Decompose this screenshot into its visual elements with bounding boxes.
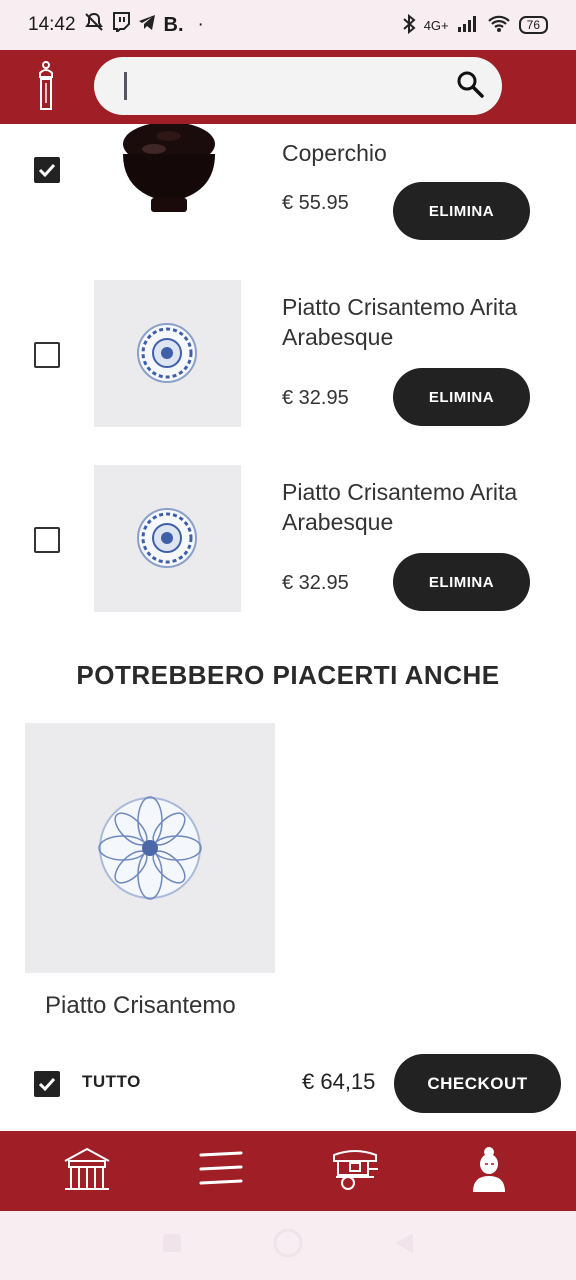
product-image-plate[interactable] [94, 280, 241, 427]
cart-total: € 64,15 [302, 1069, 376, 1094]
app-letter: B. [163, 13, 184, 36]
status-bar: 14:42 B. · 4G+ 76 [0, 0, 576, 50]
nav-menu[interactable] [186, 1141, 256, 1201]
lantern-logo-icon[interactable] [30, 59, 70, 115]
status-dot: · [197, 14, 204, 35]
search-input[interactable] [131, 73, 456, 99]
cart-item: Coperchio € 55.95 ELIMINA [0, 124, 576, 264]
cart-item: Piatto Crisantemo Arita Arabesque € 32.9… [0, 280, 576, 430]
recommended-product-name[interactable]: Piatto Crisantemo [45, 992, 236, 1020]
recommended-product-image[interactable] [25, 723, 275, 973]
item-price: € 32.95 [282, 572, 349, 594]
mute-bell-icon [84, 12, 104, 38]
bluetooth-icon [402, 13, 416, 37]
delete-button[interactable]: ELIMINA [393, 553, 530, 611]
delete-button[interactable]: ELIMINA [393, 182, 530, 240]
cart-content[interactable]: Coperchio € 55.95 ELIMINA Piatto Crisant… [0, 124, 576, 1131]
item-checkbox[interactable] [34, 342, 60, 368]
cart-item: Piatto Crisantemo Arita Arabesque € 32.9… [0, 465, 576, 615]
nav-home[interactable] [52, 1141, 122, 1201]
text-cursor [124, 72, 127, 100]
back-icon[interactable] [393, 1231, 415, 1260]
bottom-navigation [0, 1131, 576, 1211]
recent-apps-icon[interactable] [161, 1232, 183, 1259]
wifi-icon [487, 15, 511, 36]
search-icon[interactable] [456, 70, 484, 103]
select-all-label: TUTTO [82, 1072, 141, 1091]
delete-button[interactable]: ELIMINA [393, 368, 530, 426]
item-checkbox[interactable] [34, 157, 60, 183]
home-icon[interactable] [273, 1228, 303, 1263]
geisha-profile-icon [469, 1146, 509, 1197]
shop-house-icon [63, 1147, 111, 1196]
nav-cart[interactable] [320, 1141, 390, 1201]
product-image-plate[interactable] [94, 465, 241, 612]
item-price: € 32.95 [282, 387, 349, 409]
food-cart-icon [330, 1147, 380, 1196]
chopsticks-menu-icon [199, 1151, 243, 1192]
app-header [0, 50, 576, 124]
signal-icon [457, 15, 479, 36]
item-name: Piatto Crisantemo Arita Arabesque [282, 479, 518, 535]
search-bar[interactable] [94, 57, 502, 115]
item-price: € 55.95 [282, 192, 349, 214]
status-time: 14:42 [28, 14, 76, 35]
network-label: 4G+ [423, 17, 449, 33]
twitch-icon [112, 12, 130, 38]
item-name: Piatto Crisantemo Arita Arabesque [282, 294, 518, 350]
system-navigation-bar [0, 1211, 576, 1280]
select-all-checkbox[interactable] [34, 1071, 60, 1097]
checkout-button[interactable]: CHECKOUT [394, 1054, 561, 1113]
nav-profile[interactable] [454, 1141, 524, 1201]
item-name: Coperchio [282, 140, 387, 166]
battery-indicator: 76 [518, 16, 548, 34]
telegram-icon [138, 13, 156, 37]
product-image-lacquer-bowl[interactable] [94, 124, 241, 224]
recommendations-title: POTREBBERO PIACERTI ANCHE [76, 660, 500, 690]
item-checkbox[interactable] [34, 527, 60, 553]
